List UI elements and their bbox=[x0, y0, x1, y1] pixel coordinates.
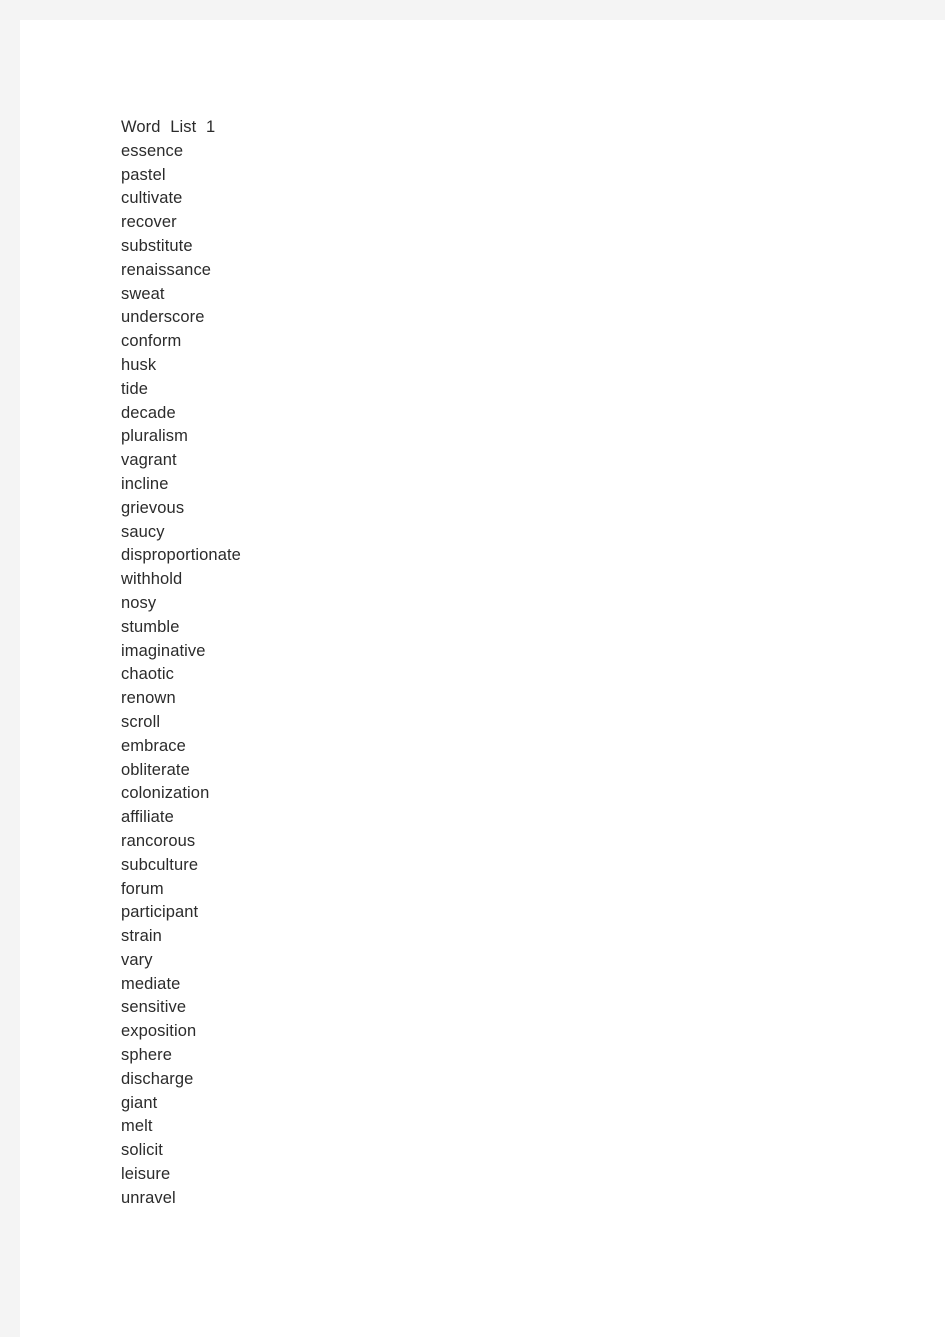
word-list-item: pluralism bbox=[121, 427, 188, 446]
word-list-item: essence bbox=[121, 141, 184, 160]
word-list-item: rancorous bbox=[121, 831, 196, 850]
word-list-item: vagrant bbox=[121, 451, 177, 470]
word-list-item: discharge bbox=[121, 1069, 194, 1088]
word-list-item: sensitive bbox=[121, 998, 187, 1017]
word-list-item: husk bbox=[121, 355, 157, 374]
word-list-title: Word List 1 bbox=[121, 118, 216, 136]
word-list-item: embrace bbox=[121, 736, 186, 755]
word-list-item: stumble bbox=[121, 617, 180, 636]
word-list-item: vary bbox=[121, 950, 153, 969]
word-list-item: underscore bbox=[121, 308, 205, 327]
word-list-body: Word List 1 essence pastel cultivate recover… bbox=[121, 116, 821, 1211]
word-list-item: conform bbox=[121, 332, 182, 351]
word-list-item: grievous bbox=[121, 498, 185, 517]
word-list-item: unravel bbox=[121, 1188, 176, 1207]
word-list-item: tide bbox=[121, 379, 149, 398]
word-list-item: withhold bbox=[121, 570, 183, 589]
word-list-item: chaotic bbox=[121, 665, 174, 684]
word-list-item: nosy bbox=[121, 593, 157, 612]
word-list-item: renown bbox=[121, 689, 176, 708]
word-list-item: forum bbox=[121, 879, 164, 898]
word-list-item: scroll bbox=[121, 712, 161, 731]
word-list-item: mediate bbox=[121, 974, 181, 993]
word-list-item: sweat bbox=[121, 284, 165, 303]
word-list-item: decade bbox=[121, 403, 176, 422]
word-list-item: substitute bbox=[121, 236, 193, 255]
word-list-item: pastel bbox=[121, 165, 166, 184]
word-list-item: cultivate bbox=[121, 189, 183, 208]
word-list-item: subculture bbox=[121, 855, 199, 874]
word-list-item: solicit bbox=[121, 1141, 163, 1160]
word-list-item: obliterate bbox=[121, 760, 190, 779]
word-list-item: saucy bbox=[121, 522, 165, 541]
word-list-item: sphere bbox=[121, 1046, 173, 1065]
word-list-item: leisure bbox=[121, 1165, 171, 1184]
word-list-item: affiliate bbox=[121, 808, 174, 827]
word-list-item: incline bbox=[121, 474, 169, 493]
word-list-item: exposition bbox=[121, 1022, 197, 1041]
word-list-item: colonization bbox=[121, 784, 210, 803]
word-list-item: giant bbox=[121, 1093, 158, 1112]
word-list-item: imaginative bbox=[121, 641, 206, 660]
word-list-item: disproportionate bbox=[121, 546, 241, 565]
word-list-item: melt bbox=[121, 1117, 153, 1136]
word-list-item: strain bbox=[121, 927, 162, 946]
word-list-item: renaissance bbox=[121, 260, 212, 279]
document-page: Word List 1 essence pastel cultivate recover… bbox=[20, 20, 945, 1337]
word-list-item: recover bbox=[121, 213, 177, 232]
word-list-item: participant bbox=[121, 903, 199, 922]
